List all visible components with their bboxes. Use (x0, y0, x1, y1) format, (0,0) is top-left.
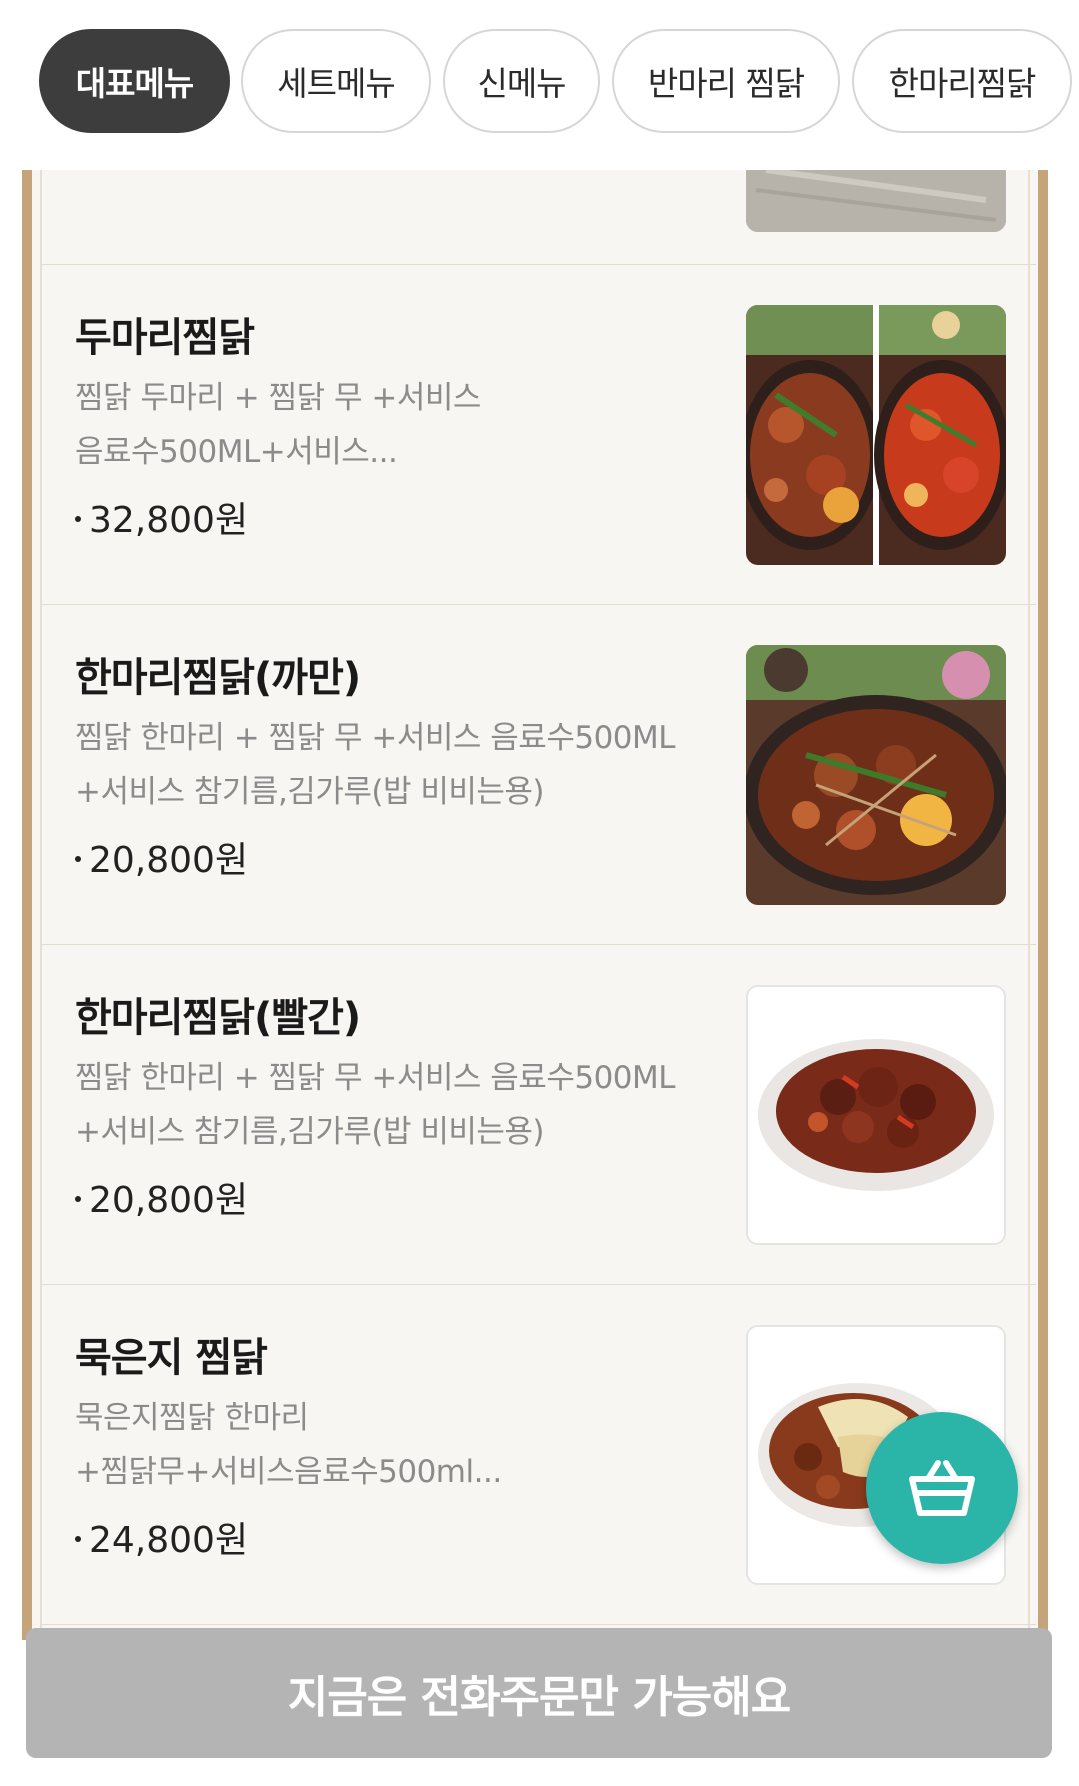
menu-item-price-value: 20,800원 (89, 1180, 249, 1221)
menu-item-price: 20,800원 (75, 831, 248, 883)
bullet-icon (75, 1536, 81, 1542)
menu-item-name: 한마리찜닭(빨간) (75, 995, 361, 1041)
menu-item-price: 24,800원 (75, 1511, 248, 1563)
menu-item-description: 찜닭 두마리 + 찜닭 무 +서비스 음료수500ML+서비스... (75, 380, 481, 470)
menu-item-image (746, 645, 1006, 905)
menu-item-price-value: 32,800원 (89, 500, 249, 541)
menu-item-name: 한마리찜닭(까만) (75, 655, 361, 701)
phone-order-only-bar[interactable]: 지금은 전화주문만 가능해요 (26, 1628, 1052, 1758)
food-photo-icon (748, 987, 1004, 1243)
bullet-icon (75, 856, 81, 862)
food-photo-icon (746, 305, 1006, 565)
menu-item[interactable]: 두마리찜닭 찜닭 두마리 + 찜닭 무 +서비스 음료수500ML+서비스...… (42, 265, 1036, 605)
menu-item-price: 20,800원 (75, 1171, 248, 1223)
menu-item-image (746, 305, 1006, 565)
tab-half-jjimdak[interactable]: 반마리 찜닭 (612, 29, 840, 133)
shopping-basket-icon (909, 1460, 975, 1516)
category-tabs: 대표메뉴 세트메뉴 신메뉴 반마리 찜닭 한마리찜닭 (0, 0, 1079, 170)
tab-signature-menu[interactable]: 대표메뉴 (39, 29, 230, 133)
food-photo-icon (746, 645, 1006, 905)
menu-item-price-value: 24,800원 (89, 1520, 249, 1561)
tab-whole-jjimdak[interactable]: 한마리찜닭 (852, 29, 1072, 133)
menu-item-image (746, 985, 1006, 1245)
menu-item-name: 묵은지 찜닭 (75, 1335, 268, 1381)
menu-item-description: 찜닭 한마리 + 찜닭 무 +서비스 음료수500ML +서비스 참기름,김가루… (75, 1060, 676, 1150)
bullet-icon (75, 1196, 81, 1202)
cart-button[interactable] (866, 1412, 1018, 1564)
menu-item-description: 찜닭 한마리 + 찜닭 무 +서비스 음료수500ML +서비스 참기름,김가루… (75, 720, 676, 810)
tab-new-menu[interactable]: 신메뉴 (443, 29, 600, 133)
menu-item[interactable]: 한마리찜닭(빨간) 찜닭 한마리 + 찜닭 무 +서비스 음료수500ML +서… (42, 945, 1036, 1285)
menu-item-description: 묵은지찜닭 한마리 +찜닭무+서비스음료수500ml... (75, 1400, 502, 1490)
menu-item-price: 32,800원 (75, 491, 248, 543)
menu-item-price-value: 20,800원 (89, 840, 249, 881)
menu-item-partial[interactable] (42, 130, 1036, 265)
menu-item-name: 두마리찜닭 (75, 315, 255, 361)
menu-item[interactable]: 한마리찜닭(까만) 찜닭 한마리 + 찜닭 무 +서비스 음료수500ML +서… (42, 605, 1036, 945)
tab-set-menu[interactable]: 세트메뉴 (241, 29, 431, 133)
bullet-icon (75, 516, 81, 522)
